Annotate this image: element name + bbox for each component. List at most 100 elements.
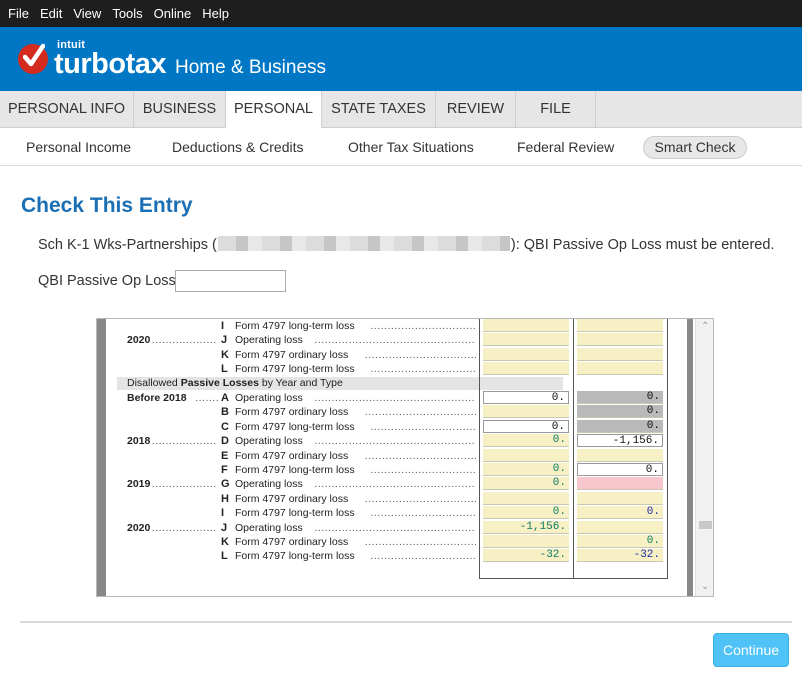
form-cell[interactable]: 0. — [483, 434, 569, 448]
preview-scrollbar[interactable]: ⌃ ⌄ — [695, 319, 713, 596]
leader-dots: ........................................… — [364, 449, 476, 462]
form-cell[interactable]: 0. — [483, 391, 569, 404]
form-cell[interactable]: 0. — [577, 419, 663, 433]
form-cell[interactable] — [577, 491, 663, 505]
form-row-description: Operating loss — [235, 478, 303, 491]
form-cell[interactable] — [483, 535, 569, 548]
form-cell[interactable]: 0. — [577, 506, 663, 520]
menu-file[interactable]: File — [4, 0, 36, 27]
form-preview: I Form 4797 long-term loss...............… — [96, 318, 714, 597]
product-edition: Home & Business — [175, 57, 327, 78]
leader-dots: ........................................… — [370, 320, 476, 332]
form-cell[interactable] — [483, 347, 569, 361]
form-cell[interactable] — [577, 319, 663, 332]
subnav-personal-income[interactable]: Personal Income — [26, 139, 131, 155]
scroll-up-icon[interactable]: ⌃ — [701, 321, 709, 332]
tab-state-taxes[interactable]: STATE TAXES — [322, 91, 436, 128]
form-row-letter: C — [221, 420, 229, 433]
tab-review[interactable]: REVIEW — [436, 91, 516, 128]
menu-tools[interactable]: Tools — [108, 0, 149, 27]
form-cell[interactable]: 0. — [577, 535, 663, 548]
tab-personal[interactable]: PERSONAL — [226, 91, 322, 129]
section-header-suffix: by Year and Type — [258, 377, 343, 390]
subnav-other-tax-situations[interactable]: Other Tax Situations — [348, 139, 474, 155]
form-cell[interactable]: 0. — [483, 463, 569, 476]
preview-right-border — [687, 319, 693, 596]
form-row-letter: G — [221, 478, 230, 491]
form-row-letter: H — [221, 492, 229, 505]
leader-dots: ................... — [195, 392, 219, 404]
form-row-letter: J — [221, 521, 228, 534]
tab-personal-info[interactable]: PERSONAL INFO — [0, 91, 134, 128]
form-row-year: 2020 — [127, 334, 151, 347]
brand-header: intuit turbotax Home & Business — [0, 27, 802, 91]
form-cell[interactable]: 0. — [483, 477, 569, 491]
form-row-description: Form 4797 ordinary loss — [235, 492, 349, 505]
leader-dots: ........................................… — [364, 406, 476, 419]
leader-dots: ........................................… — [364, 492, 476, 505]
qbi-passive-op-loss-input[interactable] — [175, 270, 286, 292]
menu-bar: File Edit View Tools Online Help — [0, 0, 802, 27]
checkmark-icon — [23, 43, 45, 67]
subnav-federal-review[interactable]: Federal Review — [517, 139, 614, 155]
form-cell[interactable] — [577, 347, 663, 361]
form-cell[interactable] — [577, 448, 663, 462]
leader-dots: ........................................… — [370, 464, 476, 476]
menu-edit[interactable]: Edit — [36, 0, 69, 27]
form-row-letter: K — [221, 536, 229, 548]
menu-help[interactable]: Help — [198, 0, 236, 27]
form-cell[interactable] — [483, 491, 569, 505]
form-row-year: 2018 — [127, 435, 151, 448]
smart-check-button[interactable]: Smart Check — [643, 136, 747, 159]
form-row-letter: I — [221, 320, 225, 332]
form-column-divider — [667, 319, 668, 578]
form-cell[interactable] — [483, 362, 569, 376]
tab-file[interactable]: FILE — [516, 91, 596, 128]
leader-dots: ........................................… — [370, 550, 476, 563]
leader-dots: ........................................… — [314, 334, 476, 347]
form-cell[interactable]: -32. — [577, 549, 663, 563]
leader-dots: ................... — [151, 334, 217, 347]
form-row-description: Form 4797 long-term loss — [235, 550, 355, 563]
form-cell[interactable]: -32. — [483, 549, 569, 563]
leader-dots: ........................................… — [370, 420, 476, 433]
form-row-description: Form 4797 ordinary loss — [235, 348, 349, 361]
leader-dots: ................... — [151, 521, 217, 534]
form-cell[interactable] — [483, 405, 569, 419]
tab-business[interactable]: BUSINESS — [134, 91, 226, 128]
continue-button[interactable]: Continue — [713, 633, 789, 667]
form-cell[interactable]: 0. — [577, 391, 663, 404]
subnav-deductions-credits[interactable]: Deductions & Credits — [172, 139, 304, 155]
form-row-letter: B — [221, 406, 229, 419]
form-cell[interactable] — [577, 520, 663, 534]
form-cell[interactable] — [577, 362, 663, 376]
primary-tabs: PERSONAL INFO BUSINESS PERSONAL STATE TA… — [0, 91, 802, 129]
form-cell[interactable]: -1,156. — [577, 434, 663, 448]
form-column-divider — [479, 319, 480, 578]
leader-dots: ................... — [151, 478, 217, 491]
form-cell[interactable] — [577, 333, 663, 347]
menu-online[interactable]: Online — [150, 0, 199, 27]
section-header-prefix: Disallowed — [127, 377, 181, 390]
form-cell[interactable]: 0. — [577, 463, 663, 476]
form-cell[interactable] — [577, 477, 663, 491]
form-cell[interactable] — [483, 319, 569, 332]
menu-view[interactable]: View — [69, 0, 108, 27]
form-cell[interactable]: 0. — [577, 405, 663, 419]
form-row-description: Form 4797 long-term loss — [235, 464, 355, 476]
form-row-letter: A — [221, 392, 229, 404]
leader-dots: ........................................… — [314, 392, 476, 404]
form-row-letter: F — [221, 464, 228, 476]
form-row-year: 2019 — [127, 478, 151, 491]
form-cell[interactable] — [483, 448, 569, 462]
form-cell[interactable] — [483, 333, 569, 347]
form-cell[interactable]: 0. — [483, 419, 569, 433]
form-cell[interactable]: 0. — [483, 506, 569, 520]
leader-dots: ........................................… — [314, 435, 476, 448]
form-cell[interactable]: -1,156. — [483, 520, 569, 534]
scroll-down-icon[interactable]: ⌄ — [701, 581, 709, 592]
form-row-year: 2020 — [127, 521, 151, 534]
product-name: turbotax — [54, 48, 167, 80]
scroll-thumb[interactable] — [699, 521, 712, 529]
error-message-prefix: Sch K-1 Wks-Partnerships ( — [38, 237, 217, 253]
